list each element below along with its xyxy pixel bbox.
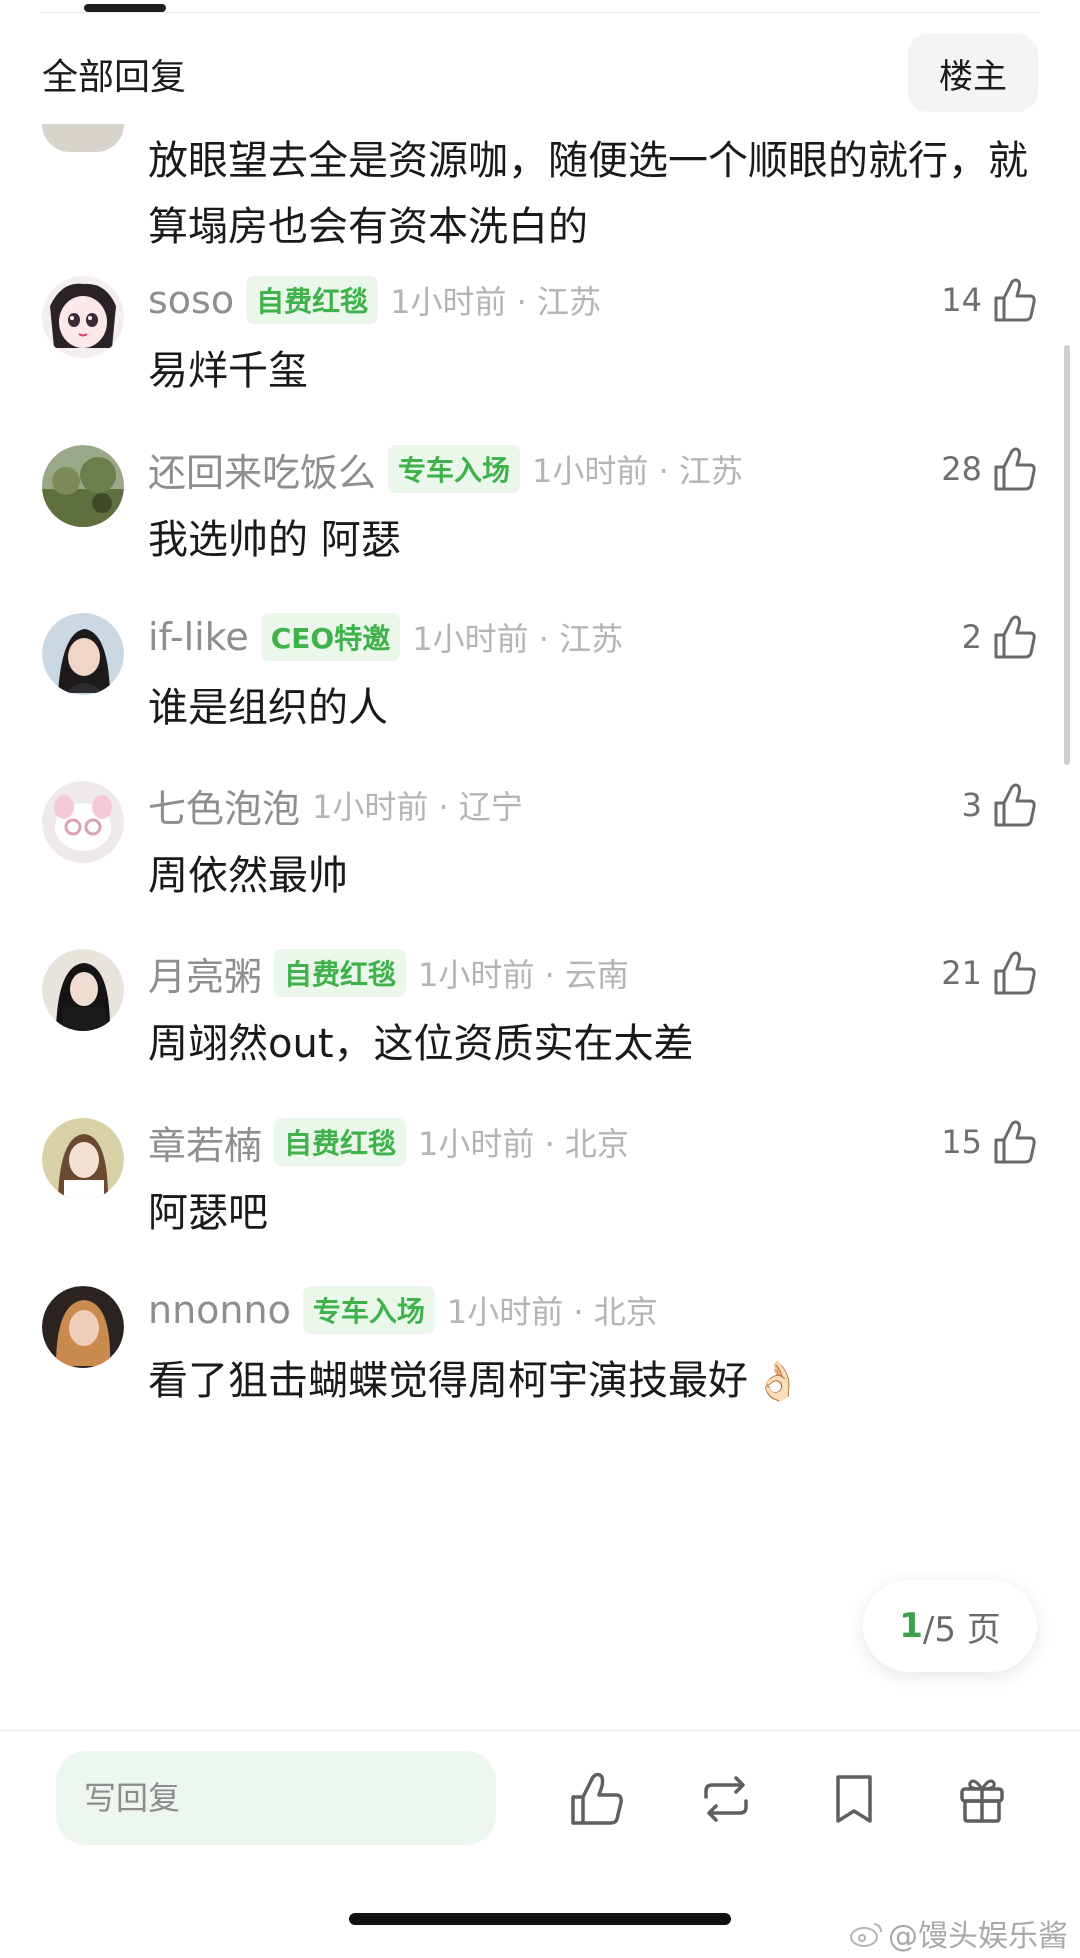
timestamp-location: 1小时前 · 云南 <box>418 956 629 994</box>
user-badge: 自费红毯 <box>274 1118 407 1166</box>
gift-button[interactable] <box>946 1763 1018 1835</box>
thumbs-up-icon <box>994 1120 1036 1164</box>
thumbs-up-icon <box>994 783 1036 827</box>
like-count: 2 <box>961 618 982 656</box>
page-title: 全部回复 <box>42 57 187 98</box>
comment-meta: 七色泡泡 1小时前 · 辽宁 <box>148 777 523 833</box>
comment-text-body: 看了狙击蝴蝶觉得周柯宇演技最好 <box>148 1358 748 1404</box>
username[interactable]: 七色泡泡 <box>148 778 300 833</box>
user-badge: 专车入场 <box>388 445 521 493</box>
comment-text: 易烊千玺 <box>148 348 308 394</box>
avatar[interactable] <box>42 613 124 695</box>
timestamp-location: 1小时前 · 江苏 <box>412 620 624 658</box>
like-button[interactable]: 14 <box>941 272 1038 328</box>
like-count: 3 <box>961 786 982 824</box>
comment-item: 月亮粥 自费红毯 1小时前 · 云南 21 周翊然out，这位资质实在太差 <box>0 941 1080 1121</box>
comment-text: 放眼望去全是资源咖，随便选一个顺眼的就行，就算塌房也会有资本洗白的 <box>148 138 1028 250</box>
comment-text: 周翊然out，这位资质实在太差 <box>148 1021 694 1067</box>
username[interactable]: 还回来吃饭么 <box>148 442 376 497</box>
comment-text: 阿瑟吧 <box>148 1190 268 1236</box>
like-post-button[interactable] <box>561 1763 633 1835</box>
like-count: 21 <box>941 954 982 992</box>
timestamp-location: 1小时前 · 北京 <box>446 1293 658 1331</box>
user-badge: CEO特邀 <box>260 613 401 661</box>
repost-icon <box>704 1776 748 1822</box>
comment-item: soso 自费红毯 1小时前 · 江苏 14 易烊千玺 <box>0 268 1080 448</box>
thumbs-up-icon <box>994 615 1036 659</box>
like-button[interactable]: 3 <box>962 777 1038 833</box>
username[interactable]: if-like <box>148 615 249 659</box>
avatar[interactable] <box>42 781 124 863</box>
home-indicator[interactable] <box>349 1913 731 1925</box>
thumbs-up-icon <box>994 951 1036 995</box>
ok-hand-emoji-icon: 👌🏻 <box>754 1359 802 1403</box>
replies-header: 全部回复 楼主 <box>0 34 1080 114</box>
thumbs-up-icon <box>571 1772 623 1825</box>
reply-input[interactable] <box>56 1751 496 1845</box>
total-pages: /5 页 <box>922 1609 1001 1650</box>
comment-meta: nnonno 专车入场 1小时前 · 北京 <box>148 1282 658 1338</box>
avatar[interactable] <box>42 445 124 527</box>
comment-meta: 月亮粥 自费红毯 1小时前 · 云南 <box>148 945 629 1001</box>
op-filter-button[interactable]: 楼主 <box>908 34 1038 112</box>
avatar[interactable] <box>42 1286 124 1368</box>
watermark: @馒头娱乐酱 <box>848 1911 1068 1955</box>
user-badge: 专车入场 <box>302 1286 435 1334</box>
like-count: 15 <box>941 1123 982 1161</box>
avatar[interactable] <box>42 1118 124 1200</box>
comment-text: 我选帅的 阿瑟 <box>148 517 401 563</box>
avatar[interactable] <box>42 124 124 152</box>
avatar[interactable] <box>42 276 124 358</box>
comment-text: 看了狙击蝴蝶觉得周柯宇演技最好 👌🏻 <box>148 1348 801 1406</box>
timestamp-location: 1小时前 · 辽宁 <box>312 788 523 826</box>
comment-meta: 还回来吃饭么 专车入场 1小时前 · 江苏 <box>148 441 743 497</box>
like-button[interactable]: 2 <box>962 609 1038 665</box>
like-button[interactable]: 15 <box>941 1114 1038 1170</box>
comment-text: 周依然最帅 <box>148 853 348 899</box>
comment-item: 章若楠 自费红毯 1小时前 · 北京 15 阿瑟吧 <box>0 1110 1080 1290</box>
scrollbar[interactable] <box>1064 345 1070 765</box>
thumbs-up-icon <box>994 278 1036 322</box>
timestamp-location: 1小时前 · 江苏 <box>390 283 601 321</box>
comment-item: 还回来吃饭么 专车入场 1小时前 · 江苏 28 我选帅的 阿瑟 <box>0 437 1080 617</box>
current-page: 1 <box>899 1606 923 1646</box>
like-button[interactable]: 28 <box>941 441 1038 497</box>
comment-item: 七色泡泡 1小时前 · 辽宁 3 周依然最帅 <box>0 773 1080 953</box>
user-badge: 自费红毯 <box>246 276 379 324</box>
thumbs-up-icon <box>994 447 1036 491</box>
comment-meta: if-like CEO特邀 1小时前 · 江苏 <box>148 609 623 665</box>
comment-item: if-like CEO特邀 1小时前 · 江苏 2 谁是组织的人 <box>0 605 1080 785</box>
like-count: 14 <box>941 281 982 319</box>
gift-icon <box>960 1779 1004 1823</box>
comment-meta: soso 自费红毯 1小时前 · 江苏 <box>148 272 601 328</box>
timestamp-location: 1小时前 · 江苏 <box>532 452 743 490</box>
comment-text: 谁是组织的人 <box>148 685 388 731</box>
username[interactable]: 月亮粥 <box>148 946 262 1001</box>
username[interactable]: soso <box>148 278 234 322</box>
avatar[interactable] <box>42 949 124 1031</box>
username[interactable]: 章若楠 <box>148 1115 262 1170</box>
like-count: 28 <box>941 450 982 488</box>
bookmark-button[interactable] <box>818 1763 890 1835</box>
tab-indicator <box>84 4 166 12</box>
watermark-text: @馒头娱乐酱 <box>888 1919 1068 1954</box>
bottom-action-bar: @馒头娱乐酱 <box>0 1730 1080 1958</box>
timestamp-location: 1小时前 · 北京 <box>418 1125 629 1163</box>
comment-meta: 章若楠 自费红毯 1小时前 · 北京 <box>148 1114 629 1170</box>
user-badge: 自费红毯 <box>274 949 407 997</box>
weibo-logo-icon <box>850 1923 882 1947</box>
like-button[interactable]: 21 <box>941 945 1038 1001</box>
username[interactable]: nnonno <box>148 1288 291 1332</box>
bookmark-icon <box>836 1775 872 1823</box>
comment-item: nnonno 专车入场 1小时前 · 北京 看了狙击蝴蝶觉得周柯宇演技最好 👌🏻 <box>0 1278 1080 1458</box>
top-divider <box>40 12 1040 13</box>
page-indicator[interactable]: 1/5 页 <box>863 1580 1037 1672</box>
repost-button[interactable] <box>690 1763 762 1835</box>
